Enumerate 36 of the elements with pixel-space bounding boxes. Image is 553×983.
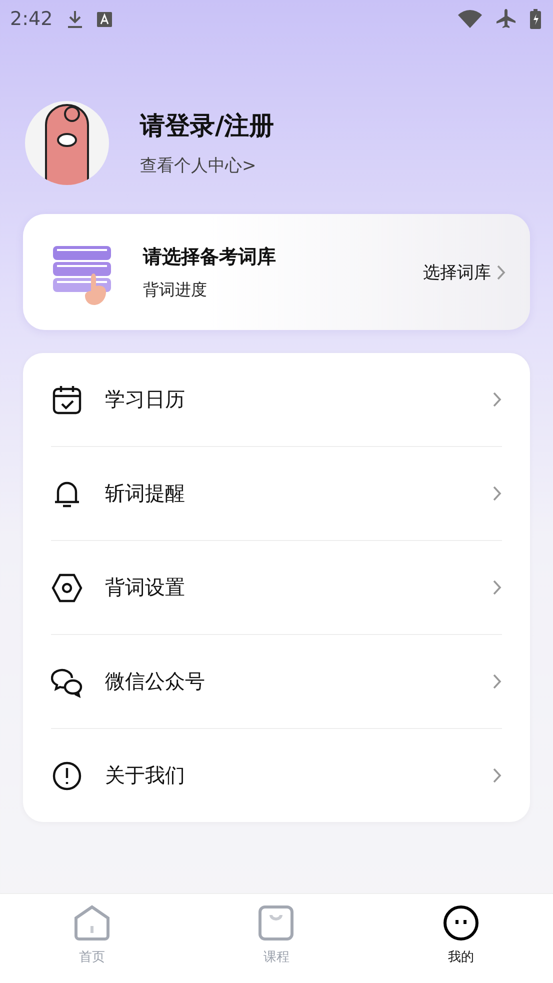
wifi-icon <box>458 10 482 28</box>
bag-icon <box>257 904 296 942</box>
avatar-drawing[interactable] <box>24 100 110 186</box>
chevron-icon <box>493 768 502 783</box>
progress-label: 背词进度 <box>143 280 208 300</box>
menu-label: 微信公众号 <box>105 668 206 695</box>
airplane-icon <box>496 9 516 29</box>
chevron-icon <box>493 392 502 407</box>
wordbook-title: 请选择备考词库 <box>143 244 277 270</box>
calendar-icon <box>51 384 83 416</box>
keyboard-badge-icon <box>96 12 112 26</box>
chevron-icon <box>497 264 506 280</box>
menu-label: 背词设置 <box>105 574 186 601</box>
settings-icon <box>51 572 83 604</box>
menu-label: 斩词提醒 <box>105 480 186 507</box>
menu-item[interactable]: 学习日历 <box>51 353 502 446</box>
chevron-icon <box>493 486 502 501</box>
battery-icon <box>530 9 541 29</box>
face-icon <box>442 904 480 942</box>
menu-item[interactable]: 微信公众号 <box>51 634 502 728</box>
login-title[interactable]: 请登录/注册 <box>140 109 274 142</box>
status-time: 2:42 <box>10 8 53 30</box>
download-icon <box>66 10 83 28</box>
profile-link[interactable]: 查看个人中心> <box>140 154 274 177</box>
menu-label: 学习日历 <box>105 386 186 413</box>
info-icon <box>51 760 83 792</box>
menu-label: 关于我们 <box>105 762 186 789</box>
menu-item[interactable]: 关于我们 <box>51 728 502 822</box>
chevron-icon <box>493 580 502 595</box>
menu-item[interactable]: 背词设置 <box>51 540 502 634</box>
nav-tab[interactable]: 我的 <box>368 894 553 983</box>
wordbook-card[interactable]: 请选择备考词库 背词进度 选择词库 <box>23 214 530 330</box>
chevron-icon <box>493 674 502 689</box>
menu-item[interactable]: 斩词提醒 <box>51 446 502 540</box>
home-icon <box>73 904 112 942</box>
select-wordbook-link[interactable]: 选择词库 <box>423 260 506 284</box>
